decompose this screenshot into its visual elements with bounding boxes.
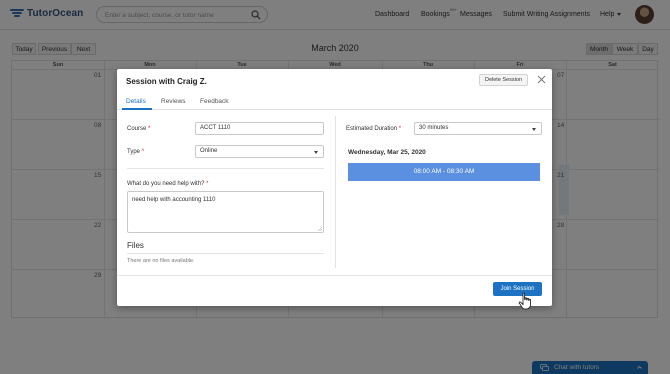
divider (127, 168, 324, 169)
tab-feedback[interactable]: Feedback (200, 98, 229, 105)
help-textarea[interactable]: need help with accounting 1110 (127, 191, 324, 233)
files-heading: Files (127, 241, 144, 250)
active-tab-indicator (122, 108, 152, 110)
delete-session-button[interactable]: Delete Session (479, 74, 528, 86)
type-select[interactable]: Online (195, 145, 324, 158)
help-label: What do you need help with? * (127, 181, 209, 187)
files-empty-message: There are no files available. (127, 258, 195, 264)
session-modal: Session with Craig Z. Delete Session Det… (117, 69, 552, 306)
footer-divider (117, 275, 552, 276)
divider (127, 253, 324, 254)
course-label: Course * (127, 126, 151, 132)
hand-cursor-icon (518, 292, 531, 310)
time-slot-button[interactable]: 08:00 AM - 08:30 AM (348, 163, 540, 181)
type-value: Online (200, 148, 218, 154)
close-icon[interactable] (537, 75, 546, 84)
help-text: need help with accounting 1110 (132, 197, 216, 203)
duration-value: 30 minutes (419, 125, 449, 131)
modal-tabs: Details Reviews Feedback (117, 93, 552, 110)
session-date: Wednesday, Mar 25, 2020 (348, 149, 426, 156)
modal-title: Session with Craig Z. (126, 77, 207, 86)
tab-reviews[interactable]: Reviews (161, 98, 186, 105)
resize-grip-icon[interactable] (317, 226, 322, 231)
column-divider (335, 116, 336, 268)
duration-select[interactable]: 30 minutes (414, 122, 542, 135)
type-label: Type * (127, 149, 145, 155)
duration-label: Estimated Duration * (346, 126, 402, 132)
chevron-down-icon (532, 128, 536, 131)
course-field[interactable]: ACCT 1110 (195, 122, 324, 135)
tab-details[interactable]: Details (126, 98, 146, 105)
chevron-down-icon (314, 151, 318, 154)
